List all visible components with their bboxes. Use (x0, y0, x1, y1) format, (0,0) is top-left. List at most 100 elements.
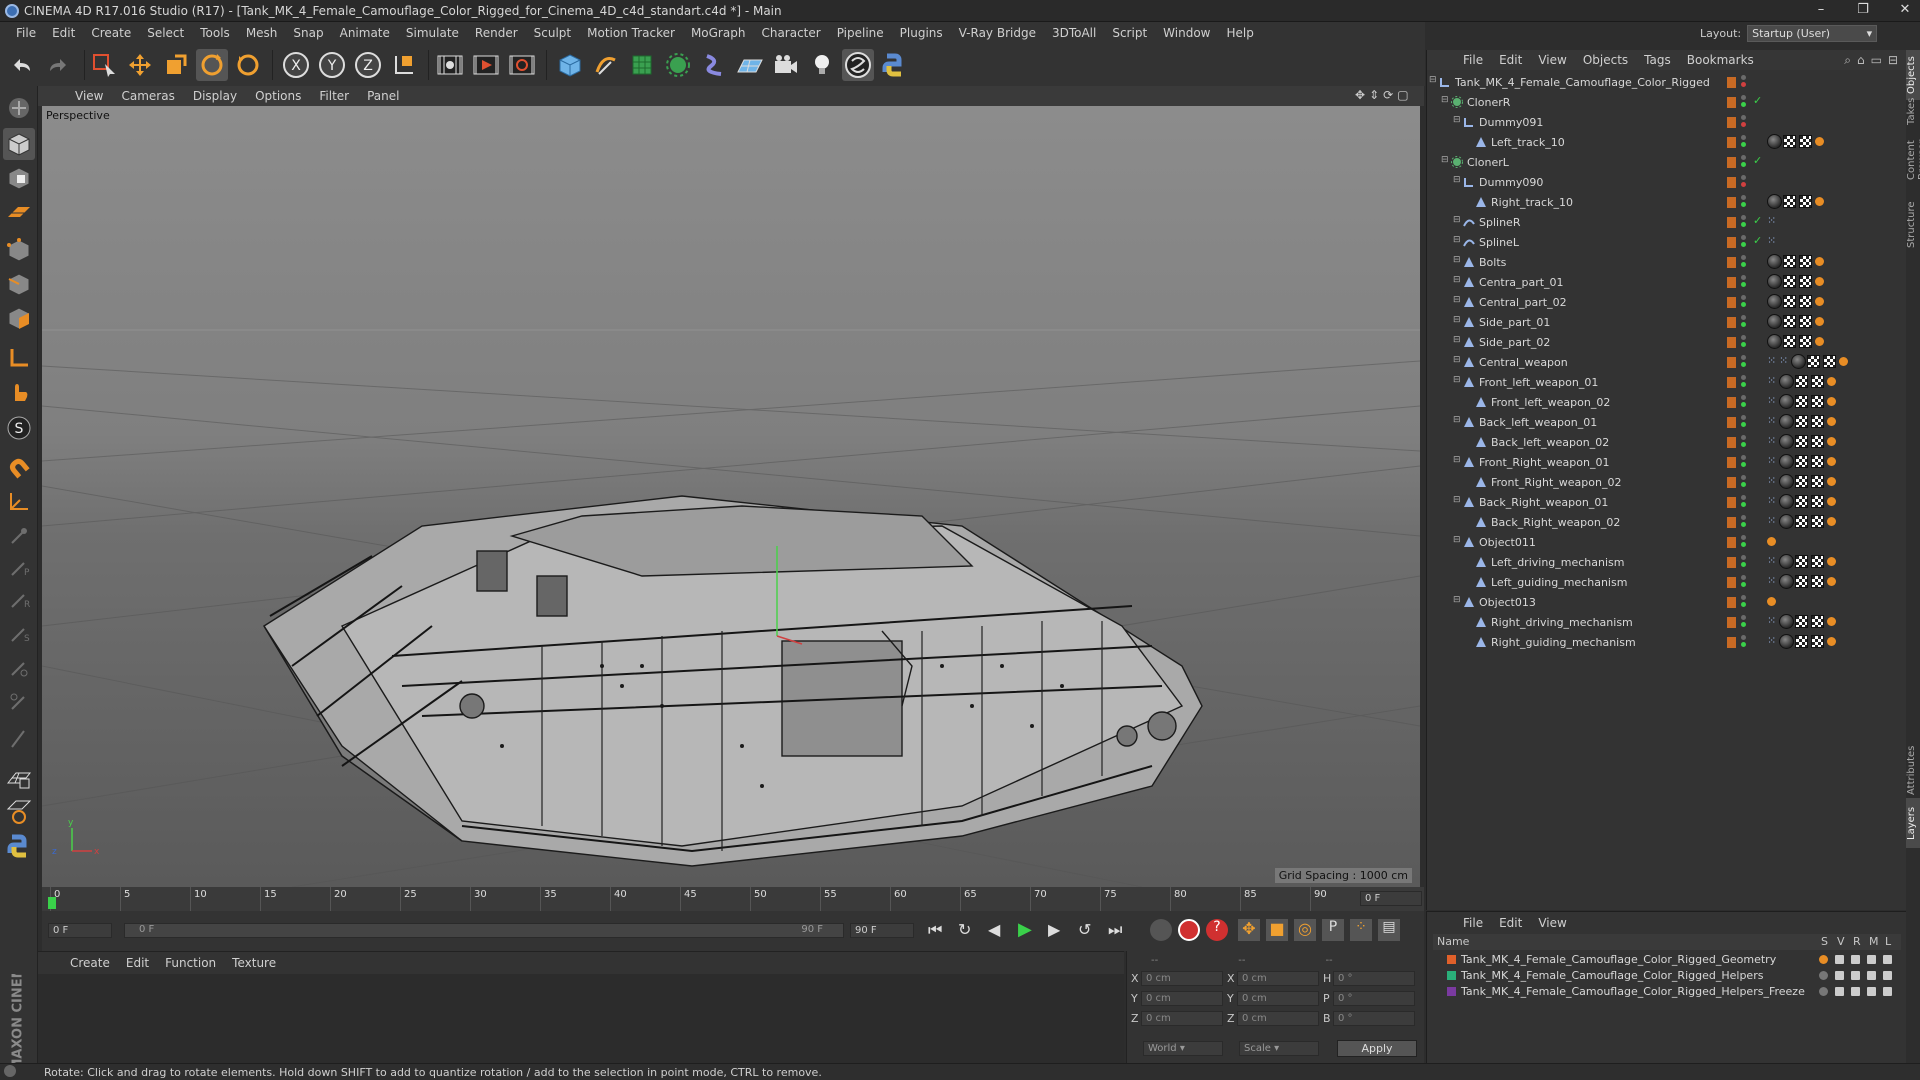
layer-color-swatch[interactable] (1727, 97, 1736, 108)
rotate-joint-icon[interactable]: R (3, 584, 35, 616)
visibility-dots[interactable] (1741, 535, 1747, 549)
texture-tag-icon[interactable] (1811, 555, 1824, 568)
expand-toggle-icon[interactable]: ⊟ (1441, 95, 1449, 105)
texture-tag-icon[interactable] (1795, 635, 1808, 648)
texture-tag-icon[interactable] (1811, 435, 1824, 448)
object-name[interactable]: Front_left_weapon_01 (1479, 376, 1598, 389)
expand-toggle-icon[interactable]: ⊟ (1453, 375, 1461, 385)
layer-render-toggle[interactable] (1851, 987, 1860, 996)
material-tag-icon[interactable] (1767, 254, 1782, 269)
expand-toggle-icon[interactable]: ⊟ (1453, 215, 1461, 225)
tweak-mode-icon[interactable] (3, 376, 35, 408)
start-frame-field[interactable]: 0 F (48, 923, 112, 938)
object-name[interactable]: Object011 (1479, 536, 1536, 549)
layer-color-swatch[interactable] (1727, 237, 1736, 248)
visibility-dots[interactable] (1741, 175, 1747, 189)
play-icon[interactable]: ▶ (1018, 919, 1042, 940)
material-menu-texture[interactable]: Texture (224, 956, 284, 970)
visibility-dots[interactable] (1741, 235, 1747, 249)
redo-loop-icon[interactable]: ↺ (1078, 920, 1102, 939)
display-tag-icon[interactable]: ⁙ (1767, 614, 1776, 627)
expand-toggle-icon[interactable]: ⊟ (1453, 315, 1461, 325)
expand-toggle-icon[interactable]: ⊟ (1453, 455, 1461, 465)
visibility-dots[interactable] (1741, 255, 1747, 269)
texture-tag-icon[interactable] (1807, 355, 1820, 368)
record-active-objects-icon[interactable] (1178, 919, 1200, 941)
rotate-icon[interactable] (196, 49, 228, 81)
texture-tag-icon[interactable] (1799, 335, 1812, 348)
texture-tag-icon[interactable] (1795, 375, 1808, 388)
coord-rot-field[interactable]: 0 ° (1333, 971, 1415, 986)
layer-name[interactable]: Tank_MK_4_Female_Camouflage_Color_Rigged… (1461, 953, 1776, 966)
layer-color-swatch[interactable] (1727, 137, 1736, 148)
display-tag-icon[interactable]: ⁙ (1767, 214, 1776, 227)
motion-record-icon[interactable] (1150, 919, 1172, 941)
expand-toggle-icon[interactable]: ⊟ (1453, 355, 1461, 365)
close-button[interactable]: ✕ (1896, 2, 1914, 17)
layer-row[interactable]: Tank_MK_4_Female_Camouflage_Color_Rigged… (1433, 984, 1901, 1000)
layer-color-swatch[interactable] (1727, 517, 1736, 528)
layer-color-swatch[interactable] (1727, 317, 1736, 328)
object-name[interactable]: Right_track_10 (1491, 196, 1573, 209)
object-name[interactable]: Left_driving_mechanism (1491, 556, 1625, 569)
texture-tag-icon[interactable] (1823, 355, 1836, 368)
menu-3dtoall[interactable]: 3DToAll (1044, 26, 1104, 40)
key-position-icon[interactable]: ✥ (1238, 919, 1260, 941)
expand-toggle-icon[interactable]: ⊟ (1453, 535, 1461, 545)
object-row[interactable]: ⊟ SplineR ✓ ⁙ (1427, 212, 1897, 232)
layer-name[interactable]: Tank_MK_4_Female_Camouflage_Color_Rigged… (1461, 969, 1763, 982)
object-row[interactable]: Front_left_weapon_02 ⁙ (1427, 392, 1897, 412)
layer-color-swatch[interactable] (1447, 971, 1456, 980)
visibility-dots[interactable] (1741, 595, 1747, 609)
visibility-dots[interactable] (1741, 275, 1747, 289)
visibility-dots[interactable] (1741, 115, 1747, 129)
layer-locked-toggle[interactable] (1883, 987, 1892, 996)
display-tag-icon[interactable]: ⁙ (1779, 354, 1788, 367)
visibility-dots[interactable] (1741, 195, 1747, 209)
layer-color-swatch[interactable] (1727, 557, 1736, 568)
recent-tools-icon[interactable] (232, 49, 264, 81)
layer-visible-toggle[interactable] (1835, 987, 1844, 996)
selection-tag-icon[interactable] (1827, 377, 1836, 386)
object-name[interactable]: Left_track_10 (1491, 136, 1565, 149)
visibility-dots[interactable] (1741, 315, 1747, 329)
visibility-dots[interactable] (1741, 395, 1747, 409)
timeline-ruler[interactable]: 0 5 10 15 20 25 30 35 40 45 50 55 60 65 70 75 80 85 90 0 F (42, 887, 1424, 911)
display-tag-icon[interactable]: ⁙ (1767, 414, 1776, 427)
visibility-dots[interactable] (1741, 495, 1747, 509)
menu-snap[interactable]: Snap (285, 26, 331, 40)
menu-sculpt[interactable]: Sculpt (526, 26, 579, 40)
cloner-icon[interactable] (662, 49, 694, 81)
layer-color-swatch[interactable] (1727, 357, 1736, 368)
autokeying-icon[interactable]: ? (1206, 919, 1228, 941)
visibility-dots[interactable] (1741, 515, 1747, 529)
texture-tag-icon[interactable] (1811, 495, 1824, 508)
object-row[interactable]: Right_guiding_mechanism ⁙ (1427, 632, 1897, 652)
menu-file[interactable]: File (8, 26, 44, 40)
texture-tag-icon[interactable] (1795, 435, 1808, 448)
texture-tag-icon[interactable] (1795, 615, 1808, 628)
object-name[interactable]: Dummy091 (1479, 116, 1543, 129)
texture-tag-icon[interactable] (1795, 455, 1808, 468)
selection-tag-icon[interactable] (1815, 277, 1824, 286)
display-tag-icon[interactable]: ⁙ (1767, 374, 1776, 387)
texture-tag-icon[interactable] (1799, 195, 1812, 208)
object-name[interactable]: Central_weapon (1479, 356, 1568, 369)
layer-color-swatch[interactable] (1727, 577, 1736, 588)
rotate-view-icon[interactable]: ⟳ (1383, 88, 1393, 102)
object-row[interactable]: ⊟ ClonerR ✓ (1427, 92, 1897, 112)
object-row[interactable]: ⊟ Central_part_02 (1427, 292, 1897, 312)
material-tag-icon[interactable] (1767, 194, 1782, 209)
texture-tag-icon[interactable] (1783, 275, 1796, 288)
object-row[interactable]: ⊟ ClonerL ✓ (1427, 152, 1897, 172)
viewport-menu-options[interactable]: Options (246, 89, 310, 103)
layer-menu-view[interactable]: View (1530, 916, 1574, 930)
texture-tag-icon[interactable] (1783, 335, 1796, 348)
coordinate-mode-select[interactable]: World ▾ (1143, 1041, 1223, 1056)
object-name[interactable]: Back_Right_weapon_02 (1491, 516, 1620, 529)
side-tab-structure[interactable]: Structure (1906, 200, 1920, 250)
selection-tag-icon[interactable] (1827, 477, 1836, 486)
live-selection-icon[interactable] (88, 49, 120, 81)
playhead[interactable] (48, 897, 56, 909)
selection-tag-icon[interactable] (1827, 457, 1836, 466)
